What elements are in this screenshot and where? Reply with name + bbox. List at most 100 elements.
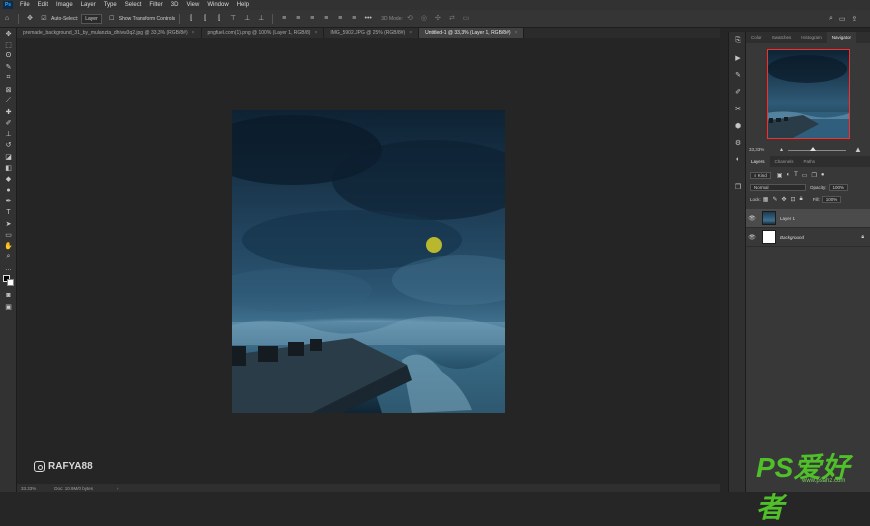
color-swatches[interactable] — [0, 274, 17, 290]
adjustments-icon[interactable]: ◐ — [729, 151, 747, 168]
tab-channels[interactable]: Channels — [770, 156, 799, 167]
crop-tool-icon[interactable]: ⌗ — [0, 73, 17, 84]
menu-file[interactable]: File — [20, 2, 30, 8]
tab-navigator[interactable]: Navigator — [826, 32, 857, 43]
zoom-tool-icon[interactable]: ⌕ — [0, 252, 17, 263]
zoom-slider-handle[interactable] — [810, 147, 816, 151]
marquee-tool-icon[interactable]: ⬚ — [0, 39, 17, 50]
lasso-tool-icon[interactable]: ʘ — [0, 50, 17, 61]
opacity-input[interactable]: 100% — [828, 183, 849, 191]
3d-roll-icon[interactable]: ◎ — [420, 15, 428, 23]
layer-kind-filter[interactable]: ⌕ Kind — [750, 171, 771, 179]
brush-settings-icon[interactable]: ✎ — [729, 66, 747, 83]
close-icon[interactable]: × — [314, 30, 317, 36]
history-icon[interactable]: ⎘ — [729, 32, 747, 49]
distribute-icon[interactable]: ≡ — [294, 15, 302, 23]
frame-tool-icon[interactable]: ⊠ — [0, 84, 17, 95]
pixel-filter-icon[interactable]: ▣ — [777, 172, 783, 179]
background-color[interactable] — [7, 279, 14, 287]
quick-mask-icon[interactable]: ◙ — [0, 290, 17, 301]
shape-tool-icon[interactable]: ▭ — [0, 229, 17, 240]
tab-document[interactable]: pngfuel.com(1).png @ 100% (Layer 1, RGB/… — [201, 28, 325, 38]
lock-pixels-icon[interactable]: ▦ — [763, 196, 769, 203]
distribute-icon[interactable]: ≡ — [336, 15, 344, 23]
shape-filter-icon[interactable]: ▭ — [802, 172, 808, 179]
menu-select[interactable]: Select — [125, 2, 142, 8]
layers-icon[interactable]: ❐ — [729, 178, 747, 195]
lock-artboard-icon[interactable]: ⊡ — [791, 196, 796, 203]
layer-row[interactable]: 👁︎ Layer 1 — [746, 209, 870, 228]
search-icon[interactable]: ⌕ — [829, 15, 833, 23]
menu-3d[interactable]: 3D — [171, 2, 179, 8]
3d-icon[interactable]: ⬢ — [729, 117, 747, 134]
zoom-slider-track[interactable] — [788, 150, 846, 151]
align-center-icon[interactable]: ⫿ — [201, 15, 209, 23]
menu-view[interactable]: View — [186, 2, 199, 8]
type-filter-icon[interactable]: T — [794, 172, 798, 178]
menu-type[interactable]: Type — [104, 2, 117, 8]
layer-name[interactable]: Background — [780, 235, 861, 240]
dodge-tool-icon[interactable]: ● — [0, 185, 17, 196]
workspace-icon[interactable]: ▭ — [839, 15, 846, 23]
share-icon[interactable]: ⇪ — [852, 15, 858, 23]
tab-swatches[interactable]: Swatches — [767, 32, 797, 43]
history-brush-icon[interactable]: ↺ — [0, 140, 17, 151]
align-bottom-icon[interactable]: ⊥ — [257, 15, 265, 23]
visibility-eye-icon[interactable]: 👁︎ — [746, 215, 758, 222]
healing-brush-icon[interactable]: ✚ — [0, 106, 17, 117]
checkbox-icon[interactable]: ☐ — [108, 15, 116, 23]
brush-tool-icon[interactable]: ✐ — [0, 118, 17, 129]
tab-layers[interactable]: Layers — [746, 156, 770, 167]
blur-tool-icon[interactable]: ◆ — [0, 173, 17, 184]
pen-tool-icon[interactable]: ✒ — [0, 196, 17, 207]
distribute-icon[interactable]: ≡ — [350, 15, 358, 23]
menu-window[interactable]: Window — [207, 2, 228, 8]
tab-document[interactable]: premade_background_31_by_mulanzta_dhivw3… — [17, 28, 202, 38]
align-left-icon[interactable]: ⫿ — [187, 15, 195, 23]
menu-filter[interactable]: Filter — [149, 2, 162, 8]
screen-mode-icon[interactable]: ▣ — [0, 301, 17, 312]
zoom-readout[interactable]: 33.33% — [21, 486, 36, 491]
tab-document-active[interactable]: Untitled-1 @ 33,3% (Layer 1, RGB/8#) × — [419, 28, 525, 38]
layer-name[interactable]: Layer 1 — [780, 216, 870, 221]
3d-rotate-icon[interactable]: ⟲ — [406, 15, 414, 23]
close-icon[interactable]: × — [192, 30, 195, 36]
lock-paint-icon[interactable]: ✎ — [772, 196, 777, 203]
menu-image[interactable]: Image — [56, 2, 73, 8]
menu-layer[interactable]: Layer — [81, 2, 96, 8]
home-icon[interactable]: ⌂ — [3, 15, 11, 23]
lock-position-icon[interactable]: ✥ — [781, 196, 786, 203]
distribute-icon[interactable]: ≡ — [280, 15, 288, 23]
smart-object-filter-icon[interactable]: ❐ — [811, 172, 816, 179]
checkbox-icon[interactable]: ☑ — [40, 15, 48, 23]
3d-slide-icon[interactable]: ⇄ — [448, 15, 456, 23]
filter-toggle-icon[interactable]: ● — [821, 172, 825, 178]
eyedropper-tool-icon[interactable]: ⟋ — [0, 95, 17, 106]
more-icon[interactable]: ••• — [364, 15, 372, 23]
play-icon[interactable]: ▶ — [729, 49, 747, 66]
chevron-right-icon[interactable]: › — [117, 486, 119, 491]
menu-help[interactable]: Help — [237, 2, 249, 8]
photoshop-logo[interactable]: Ps — [3, 1, 13, 9]
blend-mode-dropdown[interactable]: Normal — [750, 183, 806, 191]
tab-document[interactable]: IMG_5902.JPG @ 25% (RGB/8#) × — [324, 28, 420, 38]
move-tool-icon[interactable]: ✥ — [0, 28, 17, 39]
stamp-tool-icon[interactable]: ⊥ — [0, 129, 17, 140]
adjustment-filter-icon[interactable]: ◐ — [786, 172, 790, 178]
hand-tool-icon[interactable]: ✋ — [0, 241, 17, 252]
type-tool-icon[interactable]: T — [0, 207, 17, 218]
menu-edit[interactable]: Edit — [38, 2, 48, 8]
align-top-icon[interactable]: ⊤ — [229, 15, 237, 23]
tab-paths[interactable]: Paths — [799, 156, 821, 167]
tab-color[interactable]: Color — [746, 32, 767, 43]
auto-select-dropdown[interactable]: Layer — [81, 13, 102, 24]
distribute-icon[interactable]: ≡ — [308, 15, 316, 23]
close-icon[interactable]: × — [515, 30, 518, 36]
navigator-view-box[interactable] — [767, 49, 850, 139]
properties-icon[interactable]: ⚙ — [729, 134, 747, 151]
brushes-icon[interactable]: ✐ — [729, 83, 747, 100]
gradient-tool-icon[interactable]: ◧ — [0, 162, 17, 173]
zoom-in-icon[interactable]: ▲ — [854, 145, 862, 154]
visibility-eye-icon[interactable]: 👁︎ — [746, 234, 758, 241]
path-select-icon[interactable]: ➤ — [0, 218, 17, 229]
